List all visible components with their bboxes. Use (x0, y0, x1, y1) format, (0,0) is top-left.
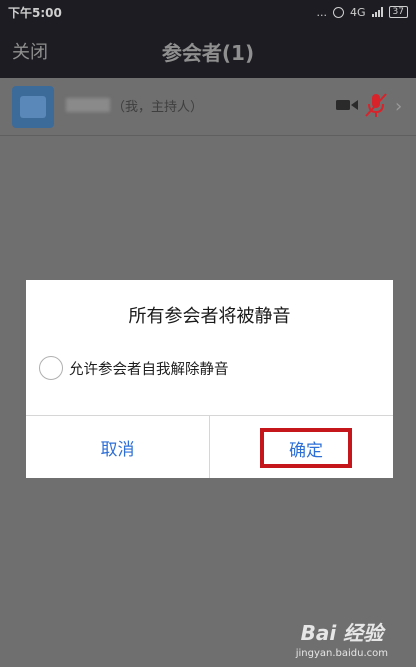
alarm-icon (333, 6, 345, 18)
video-camera-icon[interactable] (336, 98, 358, 112)
status-bar: 下午5:00 ... 4G 37 (0, 0, 416, 24)
notification-dots-icon: ... (316, 5, 328, 19)
participant-name-blurred (66, 98, 110, 112)
watermark-logo: Bai 经验 (300, 621, 384, 645)
allow-self-unmute-checkbox[interactable] (39, 356, 63, 380)
option-label: 允许参会者自我解除静音 (69, 361, 229, 378)
network-type: 4G (350, 5, 366, 19)
chevron-right-icon[interactable]: › (395, 96, 402, 117)
participant-role: （我，主持人） (112, 100, 204, 115)
status-icons: ... 4G 37 (317, 6, 408, 19)
watermark: Bai 经验 jingyan.baidu.com (296, 617, 388, 659)
divider (209, 415, 210, 478)
dialog-title: 所有参会者将被静音 (128, 306, 291, 327)
microphone-muted-icon[interactable] (364, 92, 388, 118)
battery-icon: 37 (388, 6, 408, 18)
avatar (12, 86, 54, 128)
page-title: 参会者(1) (161, 41, 255, 65)
participant-row[interactable]: （我，主持人） › (0, 78, 416, 136)
confirm-button[interactable]: 确定 (289, 436, 323, 461)
allow-self-unmute-option[interactable]: 允许参会者自我解除静音 (39, 356, 229, 380)
mute-all-dialog: 所有参会者将被静音 允许参会者自我解除静音 取消 确定 (26, 280, 393, 478)
watermark-url: jingyan.baidu.com (295, 648, 388, 659)
signal-icon (371, 7, 383, 17)
highlight-box: 确定 (260, 428, 352, 468)
nav-bar: 关闭 参会者(1) (0, 24, 416, 78)
status-time: 下午5:00 (8, 5, 62, 20)
cancel-button[interactable]: 取消 (26, 416, 209, 478)
